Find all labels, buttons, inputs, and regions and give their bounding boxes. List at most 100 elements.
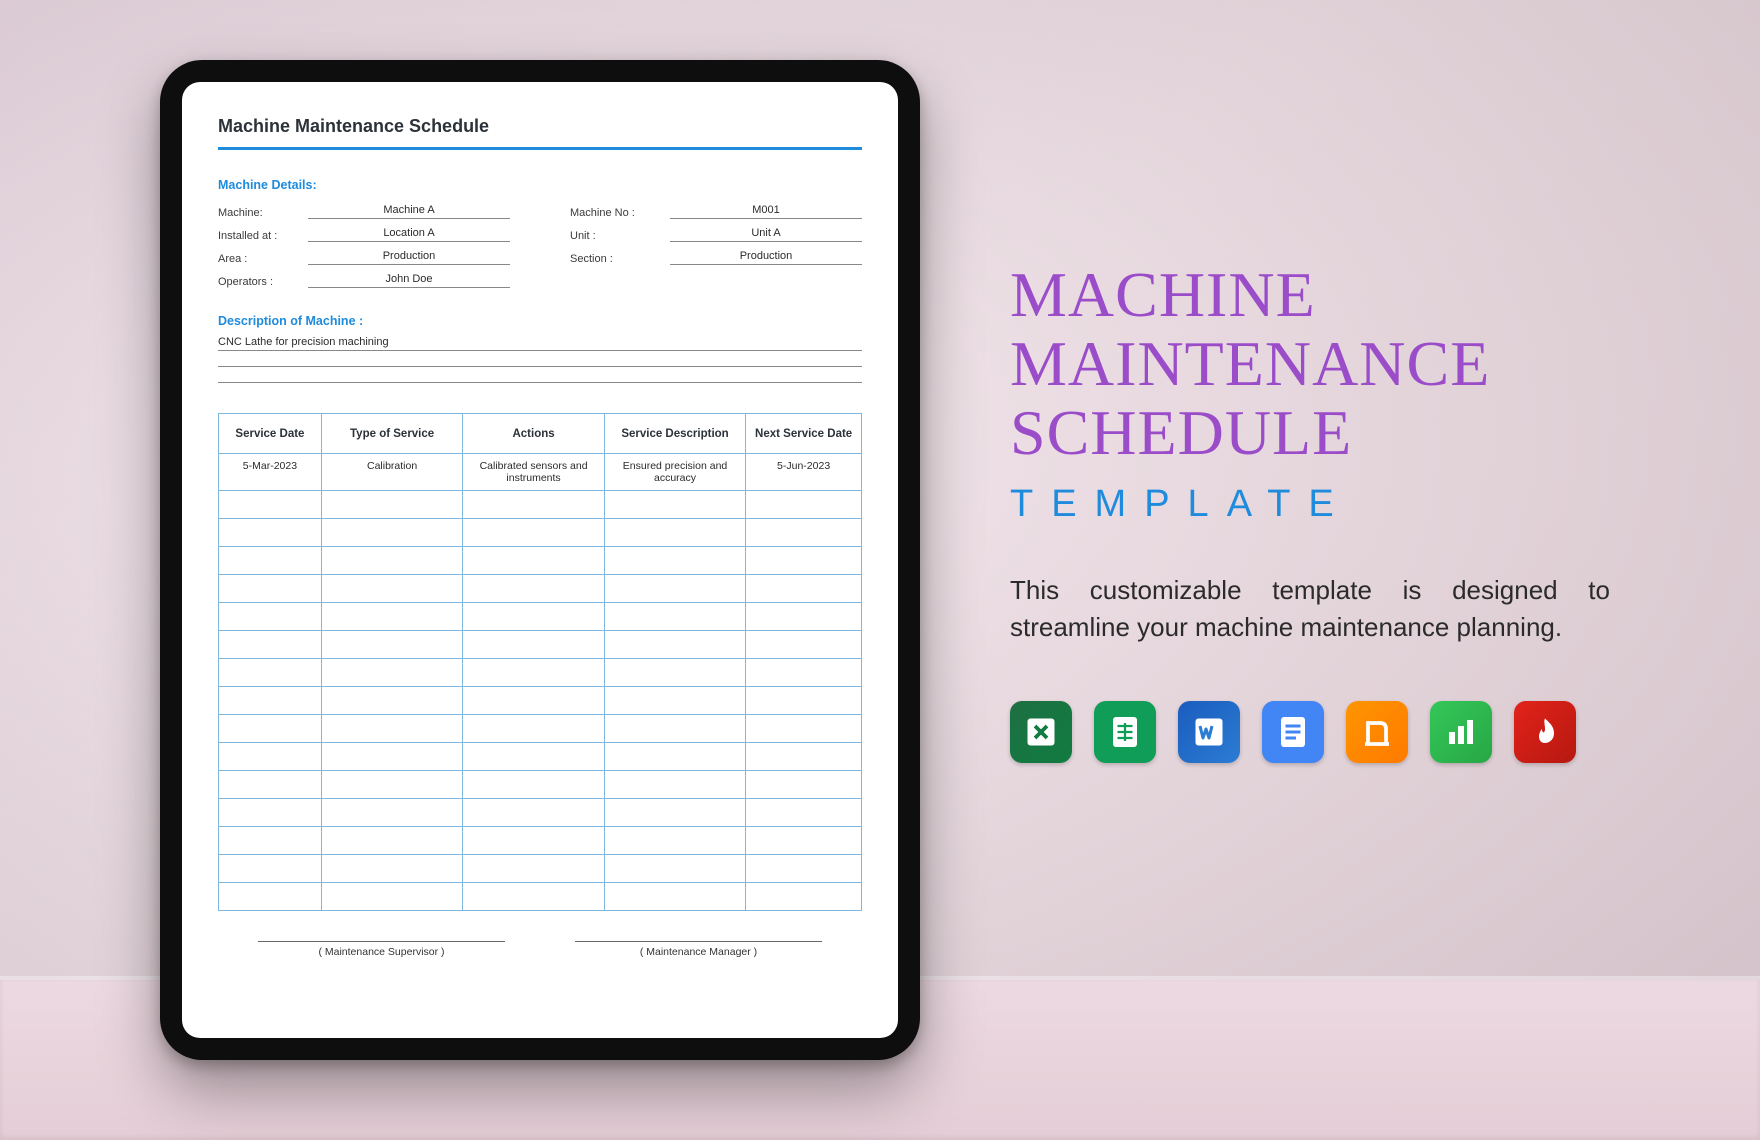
table-cell-empty xyxy=(746,855,862,883)
detail-row: Installed at :Location A xyxy=(218,227,510,242)
marketing-title: Machine Maintenance Schedule xyxy=(1010,260,1650,467)
table-row-empty xyxy=(219,631,862,659)
table-row-empty xyxy=(219,519,862,547)
signature-supervisor: ( Maintenance Supervisor ) xyxy=(258,941,505,958)
table-cell-empty xyxy=(219,855,322,883)
table-row-empty xyxy=(219,743,862,771)
machine-details-label: Machine Details: xyxy=(218,178,862,192)
table-cell-empty xyxy=(604,883,745,911)
detail-row: Area :Production xyxy=(218,250,510,265)
table-cell-empty xyxy=(746,743,862,771)
details-left-col: Machine:Machine A Installed at :Location… xyxy=(218,204,510,296)
table-cell-empty xyxy=(321,883,462,911)
table-cell-empty xyxy=(321,631,462,659)
detail-value: Machine A xyxy=(308,204,510,219)
table-cell-empty xyxy=(321,491,462,519)
th-actions: Actions xyxy=(463,414,604,454)
table-cell-empty xyxy=(219,631,322,659)
table-cell-empty xyxy=(463,715,604,743)
table-cell-empty xyxy=(746,659,862,687)
description-line: CNC Lathe for precision machining xyxy=(218,334,862,351)
table-cell-empty xyxy=(219,687,322,715)
table-cell-empty xyxy=(463,575,604,603)
table-cell: 5-Jun-2023 xyxy=(746,454,862,491)
table-cell-empty xyxy=(463,631,604,659)
table-cell-empty xyxy=(604,491,745,519)
marketing-subtitle: TEMPLATE xyxy=(1010,483,1650,526)
table-row-empty xyxy=(219,603,862,631)
table-cell-empty xyxy=(463,743,604,771)
table-cell-empty xyxy=(219,743,322,771)
service-table: Service Date Type of Service Actions Ser… xyxy=(218,413,862,911)
detail-row: Machine:Machine A xyxy=(218,204,510,219)
table-cell-empty xyxy=(604,603,745,631)
detail-row: Machine No :M001 xyxy=(570,204,862,219)
table-row-empty xyxy=(219,799,862,827)
table-cell-empty xyxy=(219,799,322,827)
table-cell-empty xyxy=(321,743,462,771)
table-cell-empty xyxy=(746,799,862,827)
table-cell-empty xyxy=(604,687,745,715)
table-cell-empty xyxy=(604,659,745,687)
table-cell-empty xyxy=(219,519,322,547)
table-cell: Ensured precision and accuracy xyxy=(604,454,745,491)
table-row-empty xyxy=(219,827,862,855)
excel-icon xyxy=(1010,701,1072,763)
detail-value: M001 xyxy=(670,204,862,219)
table-cell-empty xyxy=(321,715,462,743)
table-cell-empty xyxy=(321,827,462,855)
detail-row: Operators :John Doe xyxy=(218,273,510,288)
detail-row: Section :Production xyxy=(570,250,862,265)
table-cell-empty xyxy=(604,827,745,855)
table-cell-empty xyxy=(321,547,462,575)
table-cell-empty xyxy=(463,491,604,519)
word-icon xyxy=(1178,701,1240,763)
table-cell-empty xyxy=(746,631,862,659)
google-sheets-icon xyxy=(1094,701,1156,763)
table-cell-empty xyxy=(463,799,604,827)
detail-label: Area : xyxy=(218,253,308,265)
numbers-icon xyxy=(1430,701,1492,763)
table-row-empty xyxy=(219,659,862,687)
table-cell-empty xyxy=(746,547,862,575)
table-cell-empty xyxy=(604,855,745,883)
detail-value: Unit A xyxy=(670,227,862,242)
table-cell-empty xyxy=(604,631,745,659)
th-type: Type of Service xyxy=(321,414,462,454)
table-cell-empty xyxy=(321,603,462,631)
detail-label: Installed at : xyxy=(218,230,308,242)
table-cell: Calibrated sensors and instruments xyxy=(463,454,604,491)
table-cell-empty xyxy=(604,715,745,743)
table-cell-empty xyxy=(604,771,745,799)
table-row-empty xyxy=(219,547,862,575)
th-next: Next Service Date xyxy=(746,414,862,454)
table-row-empty xyxy=(219,491,862,519)
table-row-empty xyxy=(219,855,862,883)
details-right-col: Machine No :M001 Unit :Unit A Section :P… xyxy=(570,204,862,296)
detail-value: Production xyxy=(308,250,510,265)
table-cell-empty xyxy=(604,743,745,771)
table-cell-empty xyxy=(219,575,322,603)
table-cell-empty xyxy=(746,519,862,547)
table-cell-empty xyxy=(219,883,322,911)
description-line xyxy=(218,351,862,367)
table-cell-empty xyxy=(746,827,862,855)
table-cell-empty xyxy=(219,659,322,687)
table-row-empty xyxy=(219,715,862,743)
table-cell-empty xyxy=(463,519,604,547)
marketing-panel: Machine Maintenance Schedule TEMPLATE Th… xyxy=(1010,260,1650,763)
th-service-date: Service Date xyxy=(219,414,322,454)
table-cell-empty xyxy=(746,687,862,715)
th-desc: Service Description xyxy=(604,414,745,454)
table-cell-empty xyxy=(321,659,462,687)
table-cell-empty xyxy=(463,883,604,911)
table-cell-empty xyxy=(321,687,462,715)
table-cell-empty xyxy=(746,575,862,603)
detail-value: John Doe xyxy=(308,273,510,288)
detail-label: Unit : xyxy=(570,230,670,242)
app-icon-row xyxy=(1010,701,1650,763)
machine-details: Machine:Machine A Installed at :Location… xyxy=(218,204,862,296)
detail-value: Location A xyxy=(308,227,510,242)
tablet-device: Machine Maintenance Schedule Machine Det… xyxy=(160,60,920,1060)
table-header-row: Service Date Type of Service Actions Ser… xyxy=(219,414,862,454)
